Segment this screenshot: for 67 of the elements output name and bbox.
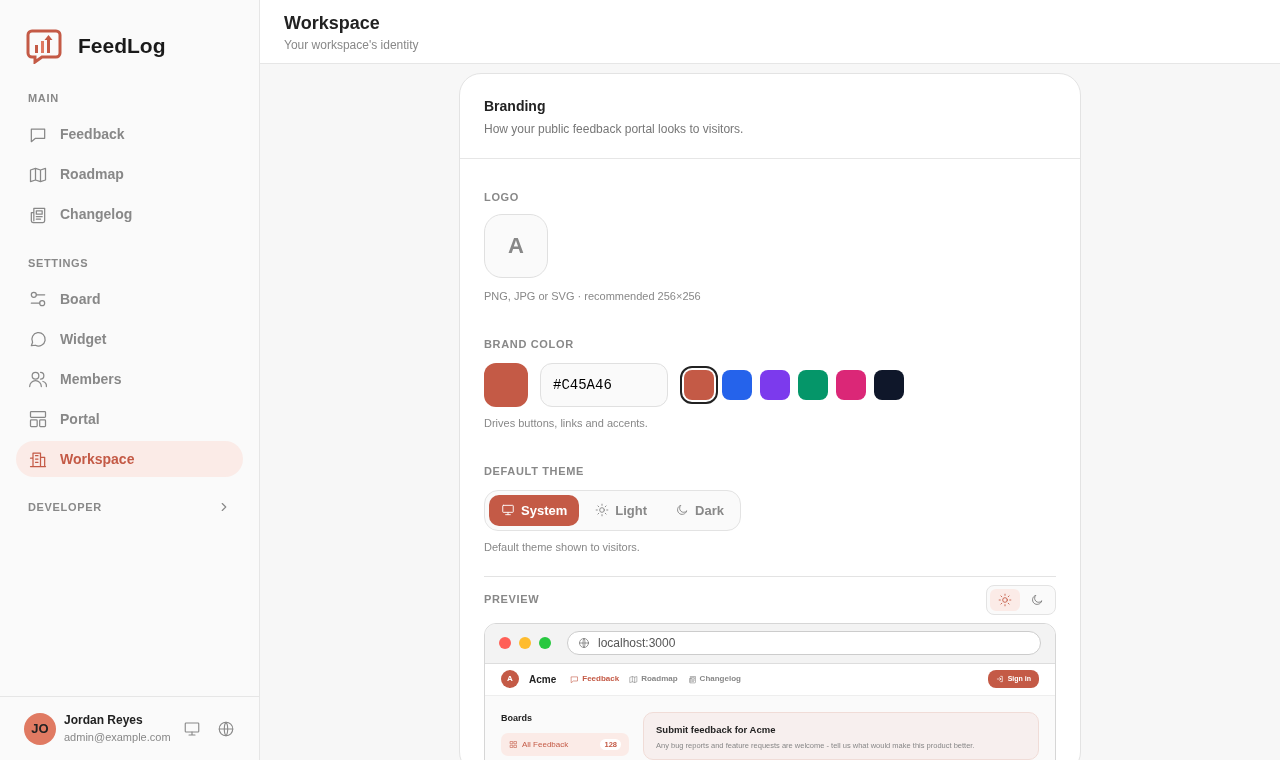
hint-text: Default theme shown to visitors. bbox=[484, 540, 641, 555]
window-dot bbox=[519, 637, 531, 649]
sliders-icon bbox=[28, 289, 48, 309]
field-label: BRAND COLOR bbox=[484, 337, 575, 352]
sun-icon bbox=[998, 592, 1012, 607]
url-text: localhost:3000 bbox=[598, 635, 676, 652]
color-swatch[interactable] bbox=[722, 369, 752, 400]
color-swatch[interactable] bbox=[760, 369, 790, 400]
section-heading: SETTINGS bbox=[28, 255, 89, 271]
section-heading: DEVELOPER bbox=[28, 500, 102, 515]
sidebar-item[interactable]: Members bbox=[16, 361, 243, 397]
user-email: admin@example.com bbox=[64, 730, 172, 746]
newspaper-icon bbox=[687, 674, 697, 684]
field-label: LOGO bbox=[484, 190, 521, 205]
theme-option[interactable]: Dark bbox=[663, 494, 736, 526]
logo-icon bbox=[26, 28, 62, 64]
window-dot bbox=[499, 637, 511, 649]
logo-upload[interactable]: A bbox=[484, 213, 548, 278]
card-subtitle: How your public feedback portal looks to visitors. bbox=[484, 121, 745, 138]
site-nav-link[interactable]: Feedback bbox=[570, 673, 620, 685]
users-icon bbox=[28, 369, 48, 389]
site-avatar: A bbox=[501, 670, 519, 688]
theme-option[interactable]: Light bbox=[583, 494, 659, 526]
monitor-icon bbox=[183, 720, 201, 739]
site-nav-link[interactable]: Roadmap bbox=[629, 673, 678, 685]
avatar: JO bbox=[24, 712, 56, 745]
brand-name: FeedLog bbox=[78, 33, 166, 60]
color-swatch[interactable] bbox=[836, 369, 866, 400]
sign-in-icon bbox=[995, 675, 1004, 683]
speech-bubble-icon bbox=[28, 329, 48, 349]
site-nav-link[interactable]: Changelog bbox=[687, 673, 741, 685]
globe-icon bbox=[578, 637, 590, 649]
color-swatch[interactable] bbox=[798, 369, 828, 400]
layout-icon bbox=[28, 409, 48, 429]
sidebar-item[interactable]: Workspace bbox=[16, 441, 243, 477]
boards-heading: Boards bbox=[501, 711, 533, 725]
monitor-icon bbox=[501, 503, 515, 518]
sidebar-item[interactable]: Changelog bbox=[16, 196, 243, 233]
page-subtitle: Your workspace's identity bbox=[284, 37, 420, 54]
hex-input-field[interactable]: #C45A46 bbox=[540, 362, 668, 407]
color-preview[interactable] bbox=[484, 362, 528, 407]
hero-title: Submit feedback for Acme bbox=[656, 722, 777, 737]
sun-icon bbox=[595, 503, 610, 518]
sidebar-item[interactable]: Feedback bbox=[16, 116, 243, 153]
field-label: PREVIEW bbox=[484, 592, 540, 608]
moon-icon bbox=[1030, 592, 1044, 607]
page-title: Workspace bbox=[284, 12, 381, 34]
hint-text: PNG, JPG or SVG · recommended 256×256 bbox=[484, 288, 702, 304]
globe-icon bbox=[217, 720, 235, 739]
window-dot bbox=[539, 637, 551, 649]
chat-bubble-icon bbox=[570, 674, 580, 684]
user-name: Jordan Reyes bbox=[64, 712, 144, 730]
hint-text: Drives buttons, links and accents. bbox=[484, 415, 649, 431]
map-icon bbox=[629, 674, 639, 684]
preview-mode-toggle[interactable] bbox=[990, 588, 1020, 611]
sidebar-item[interactable]: Portal bbox=[16, 401, 243, 437]
theme-option[interactable]: System bbox=[489, 494, 580, 526]
sidebar-item[interactable]: Widget bbox=[16, 321, 243, 357]
moon-icon bbox=[675, 503, 689, 518]
section-heading: MAIN bbox=[28, 91, 59, 106]
grid-icon bbox=[509, 740, 518, 749]
field-label: DEFAULT THEME bbox=[484, 464, 586, 479]
sidebar-item[interactable]: Board bbox=[16, 281, 243, 317]
color-swatch[interactable] bbox=[874, 369, 904, 400]
site-name: Acme bbox=[529, 672, 557, 687]
sidebar-item[interactable]: Roadmap bbox=[16, 156, 243, 193]
card-title: Branding bbox=[484, 97, 547, 116]
